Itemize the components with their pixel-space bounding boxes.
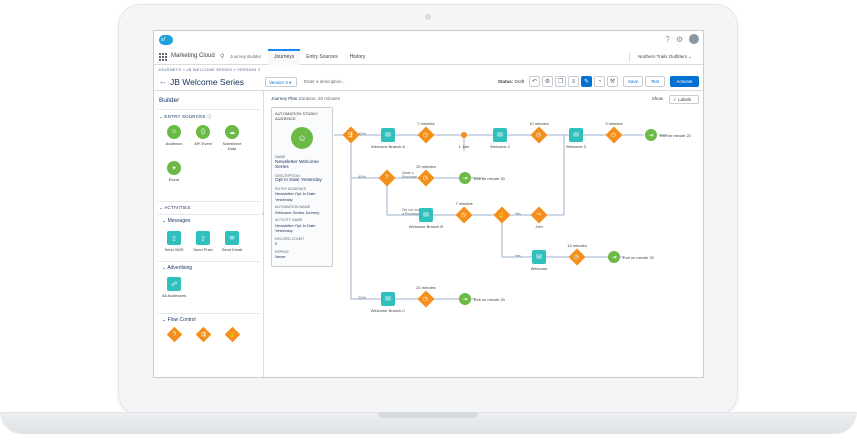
clock-icon: ◷ — [423, 132, 429, 139]
engagement-icon: ☝ — [498, 212, 506, 219]
wait-duration-label: 20 minutes — [416, 285, 436, 290]
wait-duration-label: 7 minutes — [417, 121, 435, 126]
email-node[interactable]: ✉ — [419, 208, 433, 222]
email-icon: ✉ — [423, 212, 429, 219]
node-label: Welcome Branch C — [370, 308, 406, 313]
wait-duration-label: 3 minutes — [605, 121, 623, 126]
exit-label: Exit on minute 20 — [474, 176, 505, 181]
email-icon: ✉ — [536, 254, 542, 261]
clock-icon: ◷ — [423, 296, 429, 303]
clock-icon: ◷ — [611, 132, 617, 139]
camera-dot — [425, 14, 431, 20]
exit-icon: ⇥ — [611, 254, 617, 261]
wait-duration-label: 20 minutes — [416, 164, 436, 169]
email-node[interactable]: ✉ — [381, 128, 395, 142]
email-icon: ✉ — [497, 132, 503, 139]
join-arrow-icon: ⤳ — [536, 211, 542, 218]
node-label: Welcome Branch B — [408, 224, 444, 229]
wait-duration-label: 10 minutes — [529, 121, 549, 126]
exit-label: Exit on minute 20 — [623, 255, 654, 260]
exit-node[interactable]: ⇥ — [608, 251, 620, 263]
wait-duration-label: 7 minutes — [455, 201, 473, 206]
exit-label: Exit on minute 20 — [660, 133, 691, 138]
node-label: Welcome 2 — [490, 144, 510, 149]
node-label: Welcome Branch A — [371, 144, 405, 149]
clock-icon: ◷ — [423, 175, 429, 182]
clock-icon: ◷ — [536, 132, 542, 139]
email-node[interactable]: ✉ — [493, 128, 507, 142]
percent-label: 40% — [358, 174, 367, 179]
join-node[interactable] — [461, 132, 467, 138]
exit-node[interactable]: ⇥ — [459, 172, 471, 184]
split-icon: ⇶ — [348, 132, 354, 139]
exit-icon: ⇥ — [462, 175, 468, 182]
clock-icon: ◷ — [574, 254, 580, 261]
journey-flow — [334, 134, 668, 300]
node-label: Welcome — [530, 266, 548, 271]
node-label: 1 Join — [458, 144, 470, 149]
question-icon: ? — [385, 175, 389, 181]
percent-label: 40% — [358, 131, 367, 136]
exit-icon: ⇥ — [462, 296, 468, 303]
email-icon: ✉ — [385, 132, 391, 139]
wait-duration-label: 13 minutes — [567, 243, 587, 248]
laptop-notch — [378, 412, 478, 418]
node-label: Join — [535, 224, 543, 229]
email-node[interactable]: ✉ — [381, 292, 395, 306]
exit-icon: ⇥ — [648, 132, 654, 139]
email-icon: ✉ — [385, 296, 391, 303]
percent-label: 20% — [358, 295, 367, 300]
exit-node[interactable]: ⇥ — [459, 293, 471, 305]
exit-node[interactable]: ⇥ — [645, 129, 657, 141]
clock-icon: ◷ — [461, 212, 467, 219]
screen: sf ? ⚙ Marketing Cloud ⚲ Journey Builder… — [153, 30, 704, 378]
email-icon: ✉ — [573, 132, 579, 139]
email-node[interactable]: ✉ — [532, 250, 546, 264]
exit-label: Exit on minute 20 — [474, 297, 505, 302]
email-node[interactable]: ✉ — [569, 128, 583, 142]
node-label: Welcome 3 — [566, 144, 586, 149]
